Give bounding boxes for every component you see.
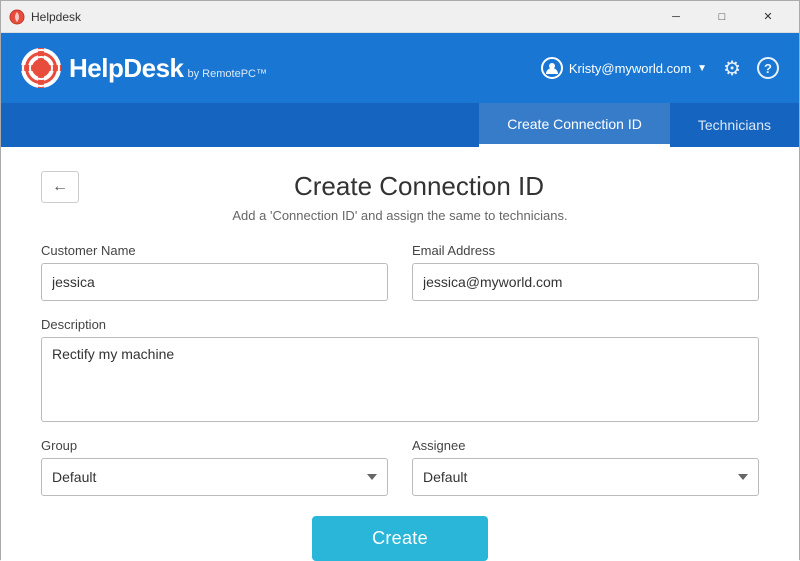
form-container: Customer Name Email Address Description … [41,243,759,561]
close-button[interactable]: ✕ [745,1,791,33]
main-content: ← Create Connection ID Add a 'Connection… [1,147,799,561]
logo-area: HelpDesk by RemotePC™ [21,48,541,88]
back-button[interactable]: ← [41,171,79,203]
app-icon [9,9,25,25]
user-menu[interactable]: Kristy@myworld.com ▼ [541,57,707,79]
form-row-3: Group Default Assignee Default [41,438,759,496]
email-group: Email Address [412,243,759,301]
email-label: Email Address [412,243,759,258]
group-select[interactable]: Default [41,458,388,496]
assignee-select[interactable]: Default [412,458,759,496]
help-icon[interactable]: ? [757,57,779,79]
description-label: Description [41,317,759,332]
create-btn-row: Create [41,516,759,561]
maximize-button[interactable]: □ [699,1,745,33]
navbar: Create Connection ID Technicians [1,103,799,147]
helpdesk-logo-icon [21,48,61,88]
user-dropdown-icon: ▼ [697,63,707,74]
group-label: Group [41,438,388,453]
user-email-text: Kristy@myworld.com [569,61,691,76]
email-input[interactable] [412,263,759,301]
page-header: Create Connection ID Add a 'Connection I… [41,171,759,223]
app-header: HelpDesk by RemotePC™ Kristy@myworld.com… [1,33,799,103]
user-avatar-circle [541,57,563,79]
group-group: Group Default [41,438,388,496]
customer-name-group: Customer Name [41,243,388,301]
nav-technicians[interactable]: Technicians [670,103,799,147]
header-right: Kristy@myworld.com ▼ ⚙ ? [541,56,779,81]
title-bar: Helpdesk ─ □ ✕ [1,1,799,33]
form-row-2: Description Rectify my machine [41,317,759,422]
settings-icon[interactable]: ⚙ [723,56,741,81]
logo-text: HelpDesk [69,53,184,84]
form-row-1: Customer Name Email Address [41,243,759,301]
customer-name-input[interactable] [41,263,388,301]
logo-sub-text: by RemotePC™ [188,68,267,80]
minimize-button[interactable]: ─ [653,1,699,33]
title-bar-text: Helpdesk [31,10,653,24]
assignee-group: Assignee Default [412,438,759,496]
nav-create-connection-id[interactable]: Create Connection ID [479,103,670,147]
page-title: Create Connection ID [41,171,759,202]
description-group: Description Rectify my machine [41,317,759,422]
customer-name-label: Customer Name [41,243,388,258]
assignee-label: Assignee [412,438,759,453]
create-button[interactable]: Create [312,516,488,561]
page-subtitle: Add a 'Connection ID' and assign the sam… [41,208,759,223]
window-controls: ─ □ ✕ [653,1,791,33]
description-input[interactable]: Rectify my machine [41,337,759,422]
